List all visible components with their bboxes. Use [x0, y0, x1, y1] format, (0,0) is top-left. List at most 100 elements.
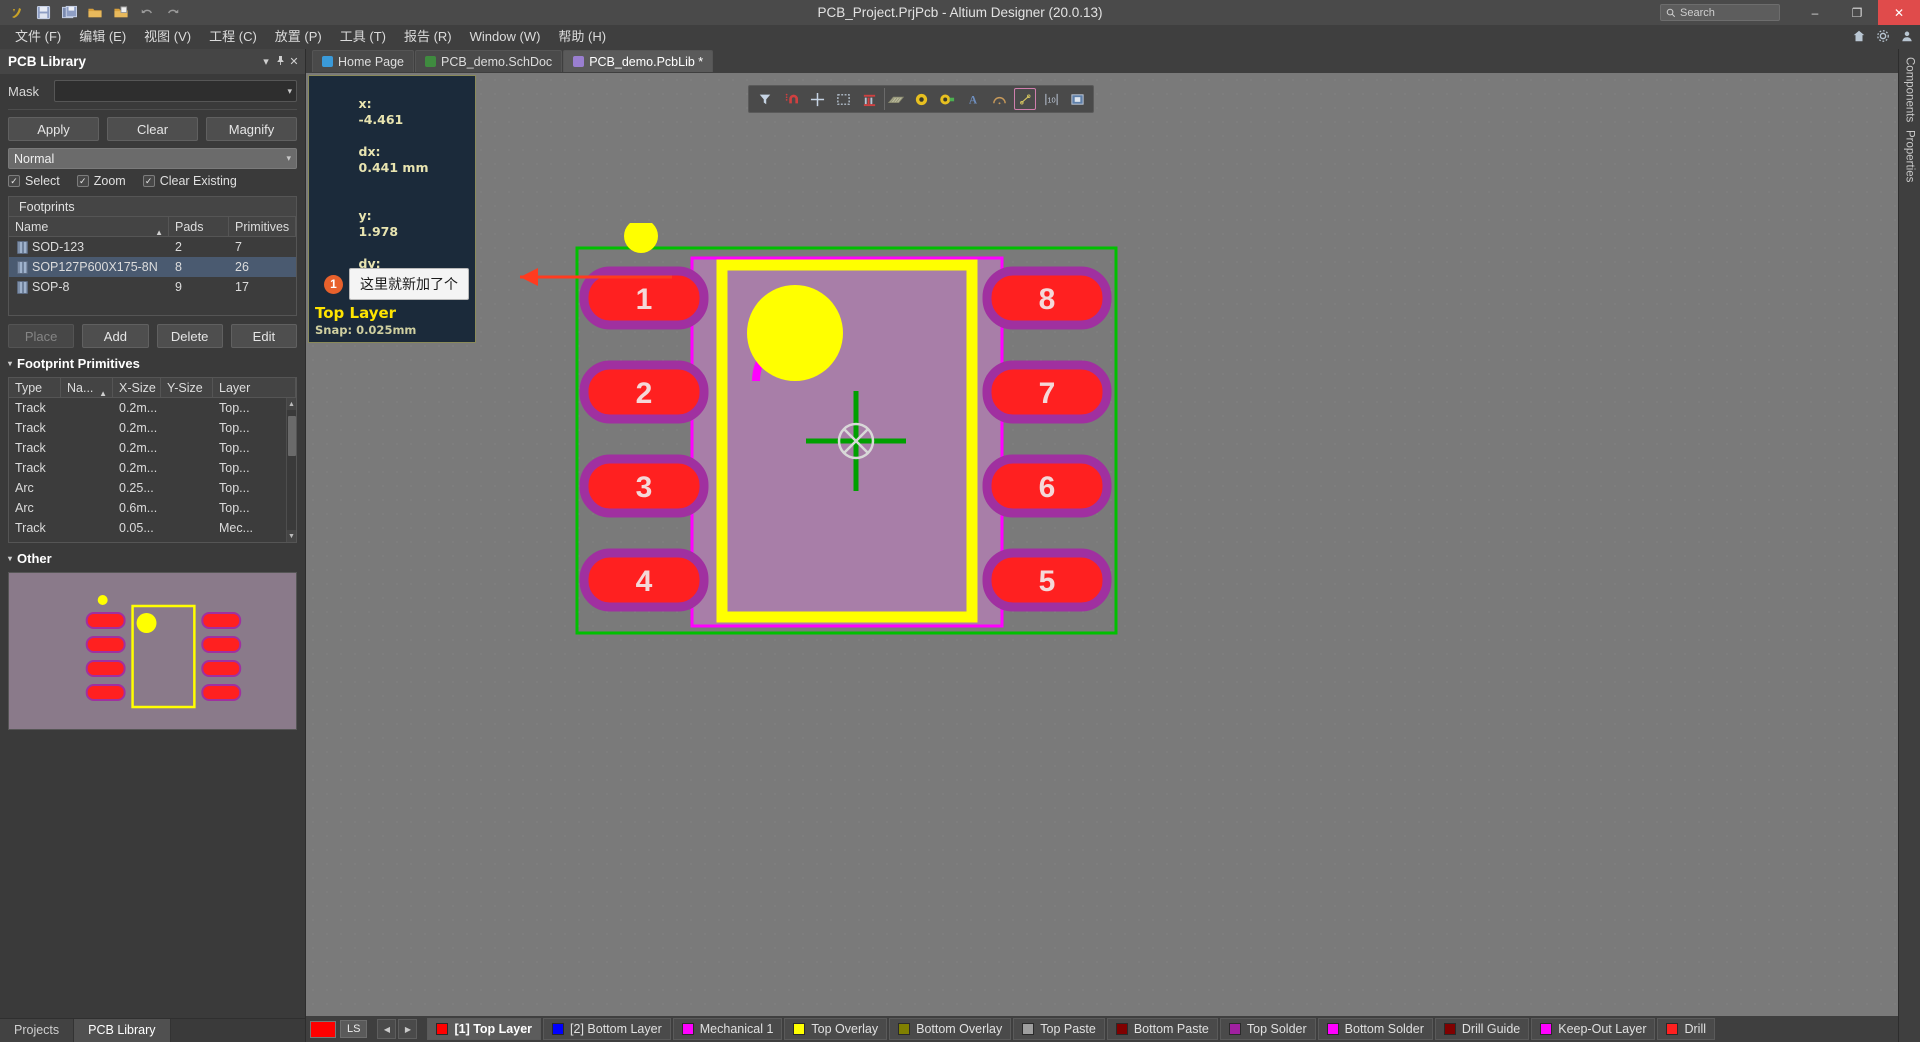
- scroll-up-arrow-icon[interactable]: ▲: [287, 398, 296, 410]
- checkbox-select-box[interactable]: ✓: [8, 175, 20, 187]
- table-row[interactable]: SOP-8 9 17: [9, 277, 296, 297]
- place-button[interactable]: Place: [8, 324, 75, 348]
- table-row[interactable]: Track 0.2m... Top...: [9, 438, 296, 458]
- collapse-triangle-icon[interactable]: ▾: [8, 554, 12, 563]
- menu-item-help[interactable]: 帮助 (H): [549, 25, 615, 49]
- checkbox-zoom[interactable]: ✓ Zoom: [76, 174, 126, 188]
- dimension-icon[interactable]: [1014, 88, 1036, 110]
- layer-tab-top-solder[interactable]: Top Solder: [1219, 1018, 1316, 1040]
- altium-logo-icon[interactable]: [6, 3, 28, 23]
- place-track-icon[interactable]: [884, 88, 906, 110]
- tab-projects[interactable]: Projects: [0, 1019, 75, 1042]
- menu-item-reports[interactable]: 报告 (R): [395, 25, 461, 49]
- layer-tab-keep-out-layer[interactable]: Keep-Out Layer: [1531, 1018, 1656, 1040]
- layer-stack-icon[interactable]: [858, 88, 880, 110]
- other-section-header[interactable]: ▾ Other: [8, 551, 297, 566]
- menu-item-tools[interactable]: 工具 (T): [331, 25, 395, 49]
- primitives-scrollbar[interactable]: ▲ ▼: [286, 398, 296, 542]
- layer-next-button[interactable]: ▶: [398, 1019, 418, 1039]
- close-button[interactable]: ✕: [1878, 0, 1920, 25]
- minimize-button[interactable]: –: [1794, 0, 1836, 25]
- checkbox-select[interactable]: ✓ Select: [8, 174, 60, 188]
- footprint-primitives-section-header[interactable]: ▾ Footprint Primitives: [8, 356, 297, 371]
- footprint-preview[interactable]: [8, 572, 297, 730]
- table-row[interactable]: SOD-123 2 7: [9, 237, 296, 257]
- menu-item-view[interactable]: 视图 (V): [135, 25, 200, 49]
- col-header-name[interactable]: Na... ▲: [61, 378, 113, 397]
- panel-dropdown-button[interactable]: ▾: [259, 55, 273, 68]
- chevron-down-icon[interactable]: ▾: [287, 86, 292, 97]
- col-header-name[interactable]: Name ▲: [9, 217, 169, 236]
- scrollbar-thumb[interactable]: [288, 416, 296, 456]
- col-header-ysize[interactable]: Y-Size: [161, 378, 213, 397]
- table-row[interactable]: Arc 0.25... Top...: [9, 478, 296, 498]
- edit-button[interactable]: Edit: [230, 324, 297, 348]
- layer-tab-top-layer[interactable]: [1] Top Layer: [427, 1018, 542, 1040]
- table-row[interactable]: Track 0.2m... Top...: [9, 418, 296, 438]
- table-row[interactable]: Track 0.2m... Top...: [9, 398, 296, 418]
- place-pad-icon[interactable]: [910, 88, 932, 110]
- checkbox-clear-existing[interactable]: ✓ Clear Existing: [142, 174, 237, 188]
- save-all-icon[interactable]: [58, 3, 80, 23]
- panel-close-button[interactable]: ✕: [287, 55, 301, 68]
- col-header-layer[interactable]: Layer: [213, 378, 296, 397]
- scroll-down-arrow-icon[interactable]: ▼: [287, 530, 296, 542]
- layer-tab-bottom-layer[interactable]: [2] Bottom Layer: [543, 1018, 671, 1040]
- menu-item-place[interactable]: 放置 (P): [266, 25, 331, 49]
- crosshair-icon[interactable]: [806, 88, 828, 110]
- place-coordinate-icon[interactable]: 10: [1040, 88, 1062, 110]
- table-row[interactable]: Arc 0.6m... Top...: [9, 498, 296, 518]
- pcb-canvas[interactable]: x: -4.461 dx: 0.441 mm y: 1.978 dy: 0.70…: [306, 73, 1898, 1016]
- mask-input[interactable]: ▾: [54, 80, 297, 102]
- layer-color-swatch[interactable]: [310, 1020, 336, 1038]
- delete-button[interactable]: Delete: [156, 324, 223, 348]
- save-icon[interactable]: [32, 3, 54, 23]
- checkbox-clear-existing-box[interactable]: ✓: [142, 175, 155, 187]
- add-button[interactable]: Add: [82, 324, 149, 348]
- table-row[interactable]: Track 0.2m... Top...: [9, 458, 296, 478]
- place-via-icon[interactable]: [936, 88, 958, 110]
- mask-mode-select[interactable]: Normal ▾: [8, 148, 297, 169]
- layer-tab-mechanical-1[interactable]: Mechanical 1: [672, 1018, 783, 1040]
- col-header-type[interactable]: Type: [9, 378, 61, 397]
- tab-home-page[interactable]: Home Page: [312, 50, 415, 72]
- select-area-icon[interactable]: [832, 88, 854, 110]
- menu-item-project[interactable]: 工程 (C): [200, 25, 266, 49]
- place-string-icon[interactable]: A: [962, 88, 984, 110]
- search-input[interactable]: Search: [1660, 4, 1780, 21]
- panel-pin-button[interactable]: [273, 55, 287, 69]
- redo-icon[interactable]: [162, 3, 184, 23]
- chevron-down-icon[interactable]: ▾: [286, 153, 291, 164]
- menu-item-edit[interactable]: 编辑 (E): [70, 25, 135, 49]
- menu-item-file[interactable]: 文件 (F): [6, 25, 70, 49]
- layer-tab-bottom-paste[interactable]: Bottom Paste: [1106, 1018, 1218, 1040]
- menu-item-window[interactable]: Window (W): [461, 25, 550, 49]
- undo-icon[interactable]: [136, 3, 158, 23]
- place-arc-icon[interactable]: [988, 88, 1010, 110]
- rail-tab-components[interactable]: Components: [1904, 57, 1916, 122]
- layer-tab-bottom-overlay[interactable]: Bottom Overlay: [889, 1018, 1012, 1040]
- layer-prev-button[interactable]: ◀: [377, 1019, 397, 1039]
- magnify-button[interactable]: Magnify: [206, 117, 297, 141]
- table-row[interactable]: SOP127P600X175-8N 8 26: [9, 257, 296, 277]
- col-header-primitives[interactable]: Primitives: [229, 217, 296, 236]
- home-icon[interactable]: [1852, 29, 1866, 46]
- layer-tab-bottom-solder[interactable]: Bottom Solder: [1317, 1018, 1433, 1040]
- place-polygon-icon[interactable]: [1066, 88, 1088, 110]
- open-folder-icon[interactable]: [84, 3, 106, 23]
- layer-tab-drill[interactable]: Drill: [1657, 1018, 1716, 1040]
- layer-tab-top-overlay[interactable]: Top Overlay: [784, 1018, 888, 1040]
- layer-tab-top-paste[interactable]: Top Paste: [1013, 1018, 1105, 1040]
- tab-pcb-library[interactable]: PCB Library: [74, 1019, 171, 1042]
- clear-button[interactable]: Clear: [107, 117, 198, 141]
- magnet-snap-icon[interactable]: [780, 88, 802, 110]
- col-header-xsize[interactable]: X-Size: [113, 378, 161, 397]
- tab-schdoc[interactable]: PCB_demo.SchDoc: [415, 50, 563, 72]
- layer-sets-button[interactable]: LS: [340, 1020, 368, 1038]
- col-header-pads[interactable]: Pads: [169, 217, 229, 236]
- user-account-icon[interactable]: [1900, 29, 1914, 46]
- checkbox-zoom-box[interactable]: ✓: [76, 175, 89, 187]
- apply-button[interactable]: Apply: [8, 117, 99, 141]
- tab-pcblib[interactable]: PCB_demo.PcbLib *: [563, 50, 714, 72]
- maximize-button[interactable]: ❐: [1836, 0, 1878, 25]
